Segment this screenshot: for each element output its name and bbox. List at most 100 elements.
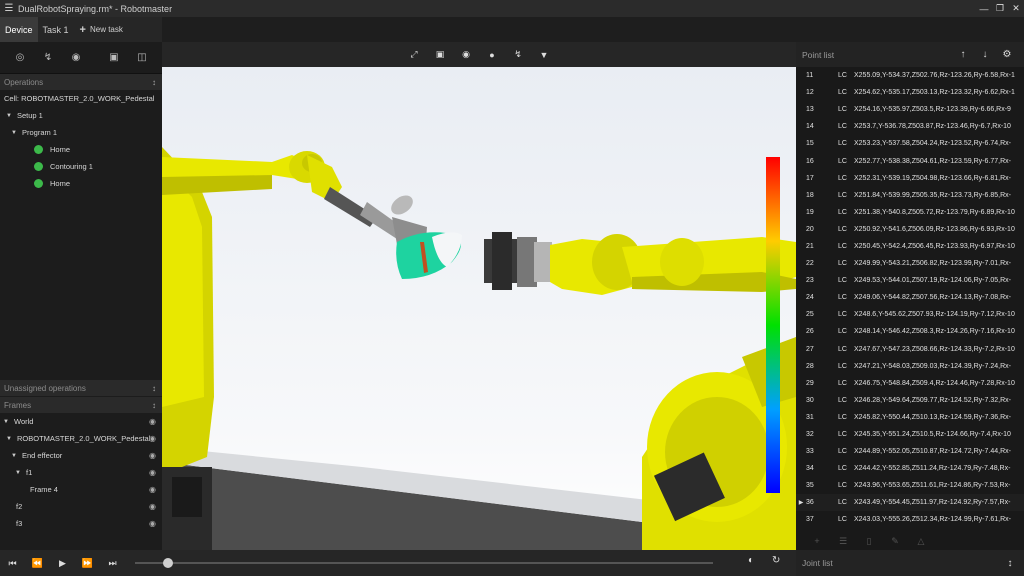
minimize-icon[interactable]: — <box>976 0 992 17</box>
point-row[interactable]: 16 LC X252.77,Y-538.38,Z504.61,Rz-123.59,R… <box>796 152 1024 169</box>
point-row[interactable]: 30 LC X246.28,Y-549.64,Z509.77,Rz-124.52,R… <box>796 392 1024 409</box>
point-row[interactable]: 12 LC X254.62,Y-535.17,Z503.13,Rz-123.32,R… <box>796 84 1024 101</box>
point-row[interactable]: 32 LC X245.35,Y-551.24,Z510.5,Rz-124.66,Ry… <box>796 426 1024 443</box>
path-tool-icon[interactable]: ↯ <box>34 48 62 68</box>
tab-task-1[interactable]: Task 1 <box>38 17 74 42</box>
filter-icon[interactable]: ▼ <box>531 45 557 65</box>
move-up-icon[interactable]: ↑ <box>952 49 974 60</box>
expand-arrow-icon[interactable]: ▼ <box>6 113 15 119</box>
point-row[interactable]: 24 LC X249.06,Y-544.82,Z507.56,Rz-124.13,R… <box>796 289 1024 306</box>
point-coordinates: X245.82,Y-550.44,Z510.13,Rz-124.59,Ry-7.… <box>854 413 1011 421</box>
target-tool-icon[interactable]: ◉ <box>62 48 90 68</box>
point-row[interactable]: 27 LC X247.67,Y-547.23,Z508.66,Rz-124.33,R… <box>796 341 1024 358</box>
expand-arrow-icon[interactable]: ▼ <box>6 436 15 442</box>
expand-arrow-icon[interactable]: ▼ <box>3 419 12 425</box>
fit-view-icon[interactable]: ⤢ <box>401 45 427 65</box>
expand-arrow-icon[interactable]: ▼ <box>11 453 20 459</box>
visibility-eye-icon[interactable]: ◉ <box>149 502 156 511</box>
point-row[interactable]: 35 LC X243.96,Y-553.65,Z511.61,Rz-124.86,R… <box>796 477 1024 494</box>
point-row[interactable]: 37 LC X243.03,Y-555.26,Z512.34,Rz-124.99,R… <box>796 511 1024 528</box>
point-row[interactable]: 15 LC X253.23,Y-537.58,Z504.24,Rz-123.52,R… <box>796 135 1024 152</box>
point-row[interactable]: 11 LC X255.09,Y-534.37,Z502.76,Rz-123.26,R… <box>796 67 1024 84</box>
point-row[interactable]: 17 LC X252.31,Y-539.19,Z504.98,Rz-123.66,R… <box>796 170 1024 187</box>
point-row[interactable]: 14 LC X253.7,Y-536.78,Z503.87,Rz-123.46,Ry… <box>796 118 1024 135</box>
shading-icon[interactable]: ● <box>479 45 505 65</box>
timeline-knob[interactable] <box>163 558 173 568</box>
move-down-icon[interactable]: ↓ <box>974 49 996 60</box>
tree-item-setup[interactable]: ▼ Setup 1 <box>0 107 162 124</box>
point-row[interactable]: 23 LC X249.53,Y-544.01,Z507.19,Rz-124.06,R… <box>796 272 1024 289</box>
tree-item-program[interactable]: ▼ Program 1 <box>0 124 162 141</box>
gear-icon[interactable]: ⚙ <box>996 49 1018 60</box>
point-row[interactable]: 22 LC X249.99,Y-543.21,Z506.82,Rz-123.99,R… <box>796 255 1024 272</box>
resize-grip-icon[interactable]: ↕ <box>152 401 156 410</box>
visibility-eye-icon[interactable]: ◉ <box>149 451 156 460</box>
add-point-icon[interactable]: + <box>804 536 830 546</box>
cell-label[interactable]: Cell: ROBOTMASTER_2.0_WORK_Pedestal <box>0 90 162 107</box>
expand-icon[interactable]: ↕ <box>1002 558 1018 569</box>
point-coordinates: X245.35,Y-551.24,Z510.5,Rz-124.66,Ry-7.4… <box>854 431 1011 439</box>
new-task-button[interactable]: + New task <box>74 17 123 42</box>
visibility-icon[interactable]: ◉ <box>453 45 479 65</box>
point-row[interactable]: 25 LC X248.6,Y-545.62,Z507.93,Rz-124.19,Ry… <box>796 306 1024 323</box>
joint-list-header: Joint list ↕ <box>796 550 1024 576</box>
tree-item-operation[interactable]: Contouring 1 <box>0 158 162 175</box>
trash-icon[interactable]: △ <box>908 536 934 547</box>
hamburger-icon[interactable]: ☰ <box>0 3 18 14</box>
resize-grip-icon[interactable]: ↕ <box>152 78 156 87</box>
point-row[interactable]: 13 LC X254.16,Y-535.97,Z503.5,Rz-123.39,Ry… <box>796 101 1024 118</box>
tree-item-operation[interactable]: Home <box>0 175 162 192</box>
close-icon[interactable]: ✕ <box>1008 0 1024 17</box>
loop-icon[interactable]: ↻ <box>772 555 780 566</box>
tab-device[interactable]: Device <box>0 17 38 42</box>
restore-icon[interactable]: ❐ <box>992 0 1008 17</box>
point-row[interactable]: 26 LC X248.14,Y-546.42,Z508.3,Rz-124.26,Ry… <box>796 323 1024 340</box>
point-row[interactable]: 21 LC X250.45,Y-542.4,Z506.45,Rz-123.93,Ry… <box>796 238 1024 255</box>
setup-tool-icon[interactable]: ◎ <box>6 48 34 68</box>
frame-item-frame4[interactable]: Frame 4 ◉ <box>0 481 162 498</box>
point-row[interactable]: 34 LC X244.42,Y-552.85,Z511.24,Rz-124.79,R… <box>796 460 1024 477</box>
step-back-icon[interactable]: ⏪ <box>25 558 50 569</box>
visibility-eye-icon[interactable]: ◉ <box>149 417 156 426</box>
point-row[interactable]: 31 LC X245.82,Y-550.44,Z510.13,Rz-124.59,R… <box>796 409 1024 426</box>
step-forward-icon[interactable]: ⏩ <box>75 558 100 569</box>
point-row[interactable]: 19 LC X251.38,Y-540.8,Z505.72,Rz-123.79,Ry… <box>796 204 1024 221</box>
speed-gauge-icon[interactable]: ◐ <box>748 555 754 566</box>
frame-item-f2[interactable]: f2 ◉ <box>0 498 162 515</box>
simulate-icon[interactable]: ◫ <box>128 48 156 68</box>
frame-item-f3[interactable]: f3 ◉ <box>0 515 162 532</box>
point-type: LC <box>838 123 847 131</box>
skip-start-icon[interactable]: ⏮ <box>0 558 25 569</box>
3d-scene[interactable] <box>162 67 796 550</box>
path-display-icon[interactable]: ↯ <box>505 45 531 65</box>
point-row[interactable]: 18 LC X251.84,Y-539.99,Z505.35,Rz-123.73,R… <box>796 187 1024 204</box>
point-number: 23 <box>806 277 814 285</box>
point-number: 33 <box>806 448 814 456</box>
cube-view-icon[interactable]: ▣ <box>427 45 453 65</box>
frame-item-world[interactable]: ▼ World ◉ <box>0 413 162 430</box>
delete-icon[interactable]: ▯ <box>856 536 882 547</box>
point-row[interactable]: 20 LC X250.92,Y-541.6,Z506.09,Rz-123.86,Ry… <box>796 221 1024 238</box>
resize-grip-icon[interactable]: ↕ <box>152 384 156 393</box>
frame-item-end-effector[interactable]: ▼ End effector ◉ <box>0 447 162 464</box>
visibility-eye-icon[interactable]: ◉ <box>149 519 156 528</box>
expand-arrow-icon[interactable]: ▼ <box>15 470 24 476</box>
skip-end-icon[interactable]: ⏭ <box>100 558 125 569</box>
point-row[interactable]: 28 LC X247.21,Y-548.03,Z509.03,Rz-124.39,R… <box>796 358 1024 375</box>
edit-icon[interactable]: ✎ <box>882 536 908 547</box>
point-number: 25 <box>806 311 814 319</box>
frame-item-pedestal[interactable]: ▼ ROBOTMASTER_2.0_WORK_Pedestal ◉ <box>0 430 162 447</box>
visibility-eye-icon[interactable]: ◉ <box>149 468 156 477</box>
point-row[interactable]: ▶ 36 LC X243.49,Y-554.45,Z511.97,Rz-124.92,… <box>796 494 1024 512</box>
play-icon[interactable]: ▶ <box>50 558 75 569</box>
visibility-eye-icon[interactable]: ◉ <box>149 485 156 494</box>
tree-item-operation[interactable]: Home <box>0 141 162 158</box>
timeline-slider[interactable] <box>135 558 713 568</box>
list-icon[interactable]: ☰ <box>830 536 856 547</box>
visibility-eye-icon[interactable]: ◉ <box>149 434 156 443</box>
expand-arrow-icon[interactable]: ▼ <box>11 130 20 136</box>
point-row[interactable]: 29 LC X246.75,Y-548.84,Z509.4,Rz-124.46,Ry… <box>796 375 1024 392</box>
document-icon[interactable]: ▣ <box>100 48 128 68</box>
point-row[interactable]: 33 LC X244.89,Y-552.05,Z510.87,Rz-124.72,R… <box>796 443 1024 460</box>
frame-item-f1[interactable]: ▼ f1 ◉ <box>0 464 162 481</box>
